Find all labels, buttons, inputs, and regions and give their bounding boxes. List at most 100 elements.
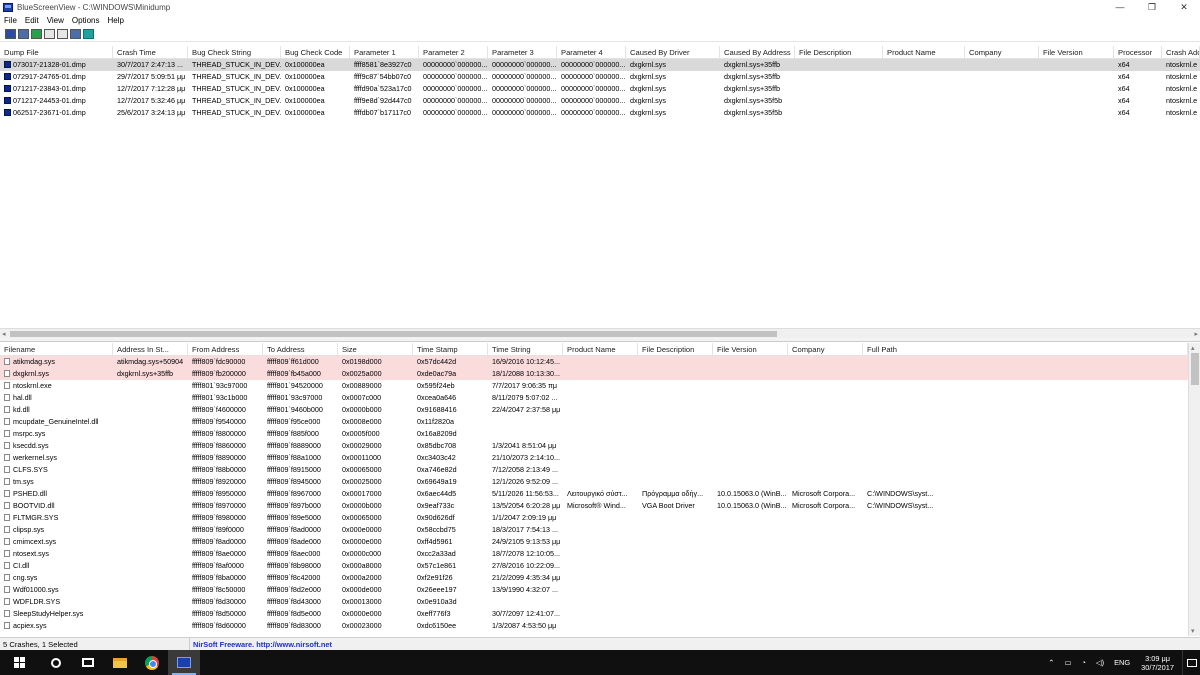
driver-row[interactable]: msrpc.sys fffff809`f8800000 fffff809`f885f… [0, 428, 1188, 440]
driver-row[interactable]: hal.dll fffff801`93c1b000 fffff801`93c9700… [0, 392, 1188, 404]
html-report-icon[interactable] [18, 29, 29, 39]
bluescreenview-taskbar-button[interactable] [168, 650, 200, 675]
copy-icon[interactable] [44, 29, 55, 39]
properties-icon[interactable] [57, 29, 68, 39]
close-button[interactable]: ✕ [1168, 0, 1200, 14]
vertical-scroll-thumb[interactable] [1191, 353, 1199, 385]
crash-row[interactable]: 071217-23843-01.dmp 12/7/2017 7:12:28 μμ T… [0, 83, 1200, 95]
minimize-button[interactable]: — [1104, 0, 1136, 14]
driver-row[interactable]: WDFLDR.SYS fffff809`f8d30000 fffff809`f8d4… [0, 596, 1188, 608]
refresh-icon[interactable] [31, 29, 42, 39]
crash-row[interactable]: 072917-24765-01.dmp 29/7/2017 5:09:51 μμ T… [0, 71, 1200, 83]
crash-row[interactable]: 071217-24453-01.dmp 12/7/2017 5:32:46 μμ T… [0, 95, 1200, 107]
horizontal-scroll-thumb[interactable] [10, 331, 777, 337]
crash-column-header[interactable]: File Version [1039, 46, 1114, 58]
crash-column-header[interactable]: Crash Add [1162, 46, 1200, 58]
horizontal-scrollbar[interactable]: ◂ ▸ [0, 328, 1200, 338]
driver-column-header[interactable]: Full Path [863, 343, 1188, 355]
menu-options[interactable]: Options [68, 16, 104, 25]
pane-splitter[interactable] [0, 338, 1200, 342]
driver-cell-text: 0x00065000 [342, 465, 382, 474]
driver-column-header[interactable]: Address In St... [113, 343, 188, 355]
crash-column-header[interactable]: Processor [1114, 46, 1162, 58]
crash-column-header[interactable]: Product Name [883, 46, 965, 58]
nirsoft-link[interactable]: NirSoft Freeware. http://www.nirsoft.net [190, 640, 332, 649]
crash-column-header[interactable]: Company [965, 46, 1039, 58]
file-explorer-button[interactable] [104, 650, 136, 675]
find-icon[interactable] [70, 29, 81, 39]
driver-cell-text: 0x0000b000 [342, 501, 382, 510]
crash-column-header[interactable]: Caused By Driver [626, 46, 720, 58]
driver-row[interactable]: kd.dll fffff809`f4600000 fffff801`9460b000… [0, 404, 1188, 416]
action-center-button[interactable] [1182, 650, 1200, 675]
crash-column-header[interactable]: Caused By Address [720, 46, 795, 58]
menu-help[interactable]: Help [103, 16, 127, 25]
driver-column-header[interactable]: File Version [713, 343, 788, 355]
menu-view[interactable]: View [43, 16, 68, 25]
driver-column-header[interactable]: To Address [263, 343, 338, 355]
search-button[interactable] [40, 650, 72, 675]
driver-row[interactable]: ntoskrnl.exe fffff801`93c97000 fffff801`94… [0, 380, 1188, 392]
driver-cell-text: fffff809`f89f0000 [192, 525, 244, 534]
driver-row[interactable]: ksecdd.sys fffff809`f8860000 fffff809`f888… [0, 440, 1188, 452]
driver-row[interactable]: ntosext.sys fffff809`f8ae0000 fffff809`f8a… [0, 548, 1188, 560]
driver-row[interactable]: PSHED.dll fffff809`f8950000 fffff809`f8967… [0, 488, 1188, 500]
driver-row[interactable]: mcupdate_GenuineIntel.dll fffff809`f95400… [0, 416, 1188, 428]
driver-column-header[interactable]: From Address [188, 343, 263, 355]
driver-row[interactable]: Wdf01000.sys fffff809`f8c50000 fffff809`f8… [0, 584, 1188, 596]
crash-column-header[interactable]: Bug Check Code [281, 46, 350, 58]
driver-cell-text: ksecdd.sys [13, 441, 49, 450]
driver-row[interactable]: dxgkrnl.sys dxgkrnl.sys+35ffb fffff809`fb2… [0, 368, 1188, 380]
driver-cell-text: SleepStudyHelper.sys [13, 609, 84, 618]
driver-column-header[interactable]: Size [338, 343, 413, 355]
crash-column-header[interactable]: Bug Check String [188, 46, 281, 58]
driver-row[interactable]: werkernel.sys fffff809`f8890000 fffff809`f… [0, 452, 1188, 464]
crash-row[interactable]: 073017-21328-01.dmp 30/7/2017 2:47:13 ...… [0, 59, 1200, 71]
driver-row[interactable]: CLFS.SYS fffff809`f88b0000 fffff809`f89150… [0, 464, 1188, 476]
exit-icon[interactable] [83, 29, 94, 39]
driver-row[interactable]: atikmdag.sys atikmdag.sys+50904 fffff809`f… [0, 356, 1188, 368]
crash-column-header[interactable]: Crash Time [113, 46, 188, 58]
driver-row[interactable]: clipsp.sys fffff809`f89f0000 fffff809`f8ad… [0, 524, 1188, 536]
chrome-button[interactable] [136, 650, 168, 675]
crash-row[interactable]: 062517-23671-01.dmp 25/6/2017 3:24:13 μμ T… [0, 107, 1200, 119]
clock[interactable]: 3:09 μμ 30/7/2017 [1141, 654, 1174, 672]
show-hidden-icons-icon[interactable]: ⌃ [1048, 658, 1054, 667]
scroll-up-icon[interactable]: ▴ [1191, 344, 1195, 352]
vertical-scrollbar[interactable]: ▴ ▾ [1188, 343, 1200, 636]
crash-column-header[interactable]: Parameter 1 [350, 46, 419, 58]
driver-column-header[interactable]: File Description [638, 343, 713, 355]
driver-column-header[interactable]: Time Stamp [413, 343, 488, 355]
maximize-button[interactable]: ❐ [1136, 0, 1168, 14]
network-icon[interactable]: ◔ [1081, 658, 1085, 667]
driver-row[interactable]: cng.sys fffff809`f8ba0000 fffff809`f8c4200… [0, 572, 1188, 584]
driver-cell [863, 416, 1188, 428]
task-view-button[interactable] [72, 650, 104, 675]
scroll-right-icon[interactable]: ▸ [1194, 330, 1198, 338]
driver-row[interactable]: FLTMGR.SYS fffff809`f8980000 fffff809`f89e… [0, 512, 1188, 524]
volume-icon[interactable]: ◁) [1096, 658, 1104, 667]
crash-column-header[interactable]: Dump File [0, 46, 113, 58]
scroll-left-icon[interactable]: ◂ [2, 330, 6, 338]
crash-column-header[interactable]: Parameter 2 [419, 46, 488, 58]
crash-column-header[interactable]: File Description [795, 46, 883, 58]
crash-column-header[interactable]: Parameter 4 [557, 46, 626, 58]
menu-file[interactable]: File [0, 16, 21, 25]
battery-icon[interactable]: ▭ [1064, 658, 1071, 667]
driver-row[interactable]: SleepStudyHelper.sys fffff809`f8d50000 fff… [0, 608, 1188, 620]
crash-column-header[interactable]: Parameter 3 [488, 46, 557, 58]
language-indicator[interactable]: ENG [1114, 658, 1130, 667]
scroll-down-icon[interactable]: ▾ [1191, 627, 1195, 635]
driver-row[interactable]: CI.dll fffff809`f8af0000 fffff809`f8b98000… [0, 560, 1188, 572]
save-icon[interactable] [5, 29, 16, 39]
driver-column-header[interactable]: Time String [488, 343, 563, 355]
driver-column-header[interactable]: Product Name [563, 343, 638, 355]
driver-row[interactable]: acpiex.sys fffff809`f8d60000 fffff809`f8d8… [0, 620, 1188, 632]
start-button[interactable] [0, 650, 40, 675]
driver-row[interactable]: BOOTVID.dll fffff809`f8970000 fffff809`f89… [0, 500, 1188, 512]
driver-row[interactable]: tm.sys fffff809`f8920000 fffff809`f8945000… [0, 476, 1188, 488]
driver-row[interactable]: cmimcext.sys fffff809`f8ad0000 fffff809`f8… [0, 536, 1188, 548]
driver-column-header[interactable]: Company [788, 343, 863, 355]
driver-column-header[interactable]: Filename [0, 343, 113, 355]
menu-edit[interactable]: Edit [21, 16, 43, 25]
